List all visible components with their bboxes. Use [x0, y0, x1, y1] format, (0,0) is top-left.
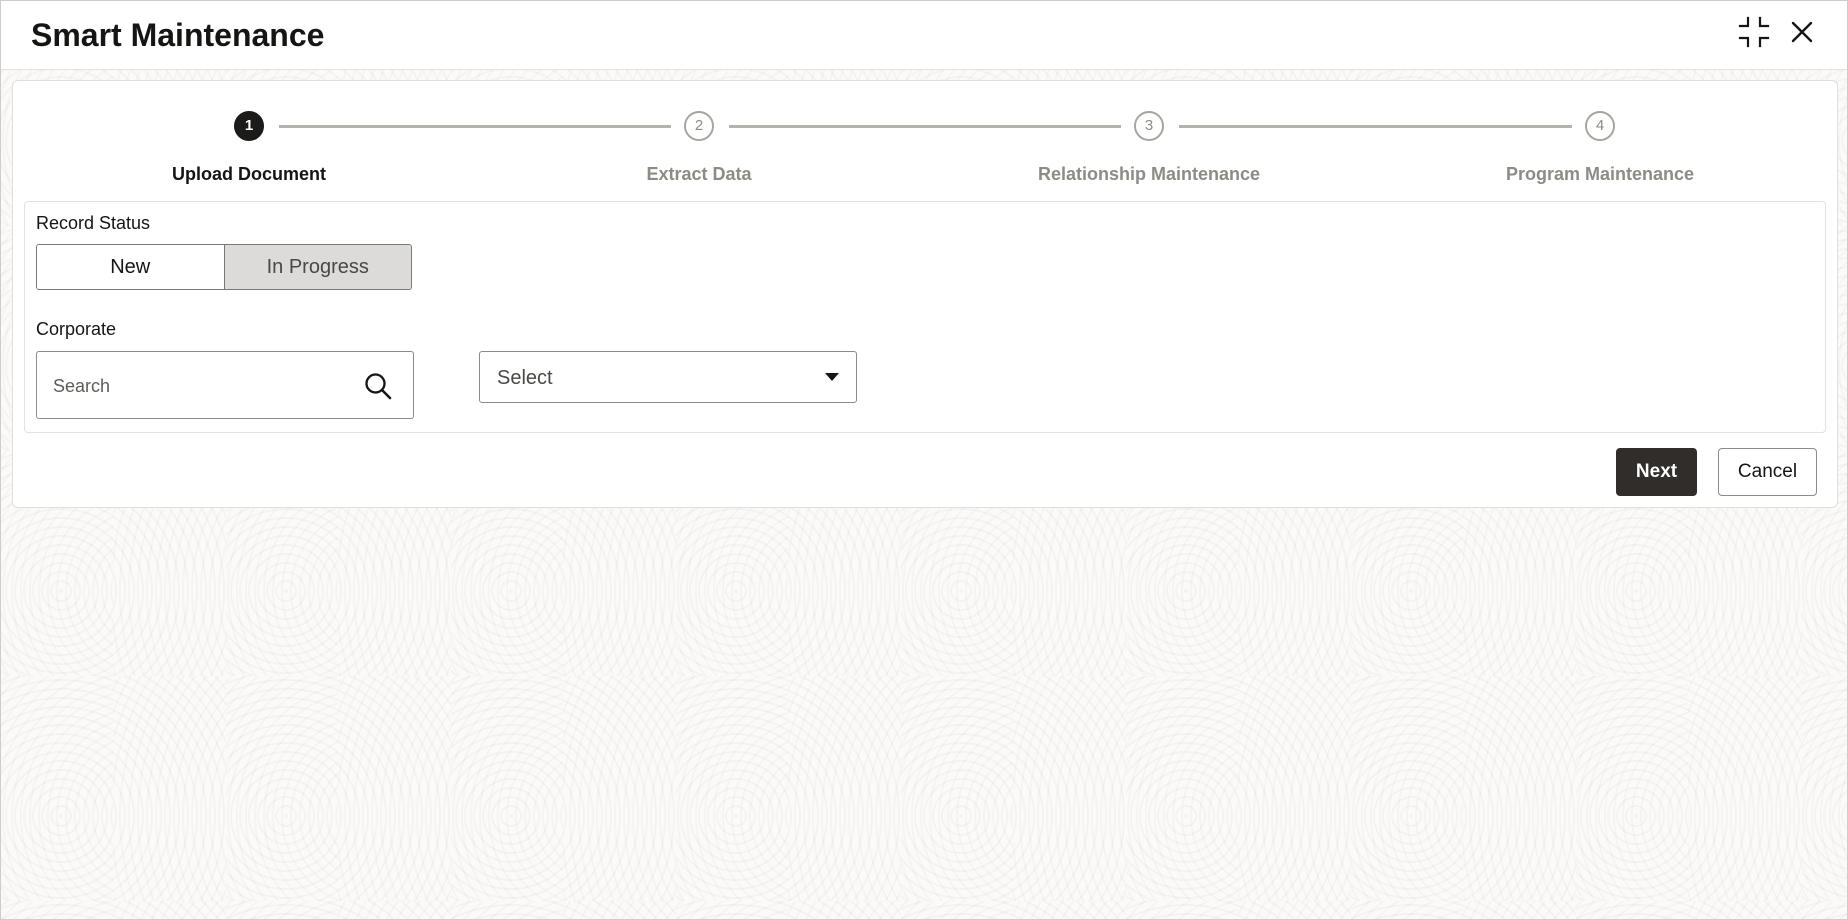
corporate-search-field[interactable] [36, 351, 414, 419]
step-1-label: Upload Document [171, 164, 326, 184]
page-title: Smart Maintenance [31, 17, 325, 53]
corporate-label: Corporate [36, 319, 117, 339]
step-2-indicator[interactable]: 2 [684, 111, 714, 141]
record-status-label: Record Status [36, 213, 151, 233]
dialog-header: Smart Maintenance [1, 1, 1847, 70]
step-4-indicator[interactable]: 4 [1585, 111, 1615, 141]
step-1-indicator[interactable]: 1 [234, 111, 264, 141]
caret-down-icon [825, 373, 839, 381]
next-button[interactable]: Next [1616, 448, 1697, 496]
step-connector [279, 125, 671, 128]
step-connector [729, 125, 1121, 128]
cancel-button[interactable]: Cancel [1718, 448, 1817, 496]
corporate-search-input[interactable] [51, 370, 355, 402]
step-3-label: Relationship Maintenance [1037, 164, 1261, 184]
close-icon[interactable] [1785, 15, 1819, 49]
step-2-label: Extract Data [646, 164, 752, 184]
step-3-indicator[interactable]: 3 [1134, 111, 1164, 141]
step-connector [1179, 125, 1572, 128]
compress-icon[interactable] [1737, 15, 1771, 49]
corporate-select[interactable]: Select [479, 351, 857, 403]
dialog-window: Smart Maintenance 1 2 3 4 Upload Documen… [0, 0, 1848, 920]
search-icon[interactable] [363, 371, 393, 401]
corporate-select-value: Select [497, 367, 553, 389]
record-status-toggle: New In Progress [36, 244, 412, 290]
step-4-label: Program Maintenance [1505, 164, 1695, 184]
record-status-in-progress-button[interactable]: In Progress [223, 245, 411, 289]
record-status-new-button[interactable]: New [37, 245, 224, 289]
